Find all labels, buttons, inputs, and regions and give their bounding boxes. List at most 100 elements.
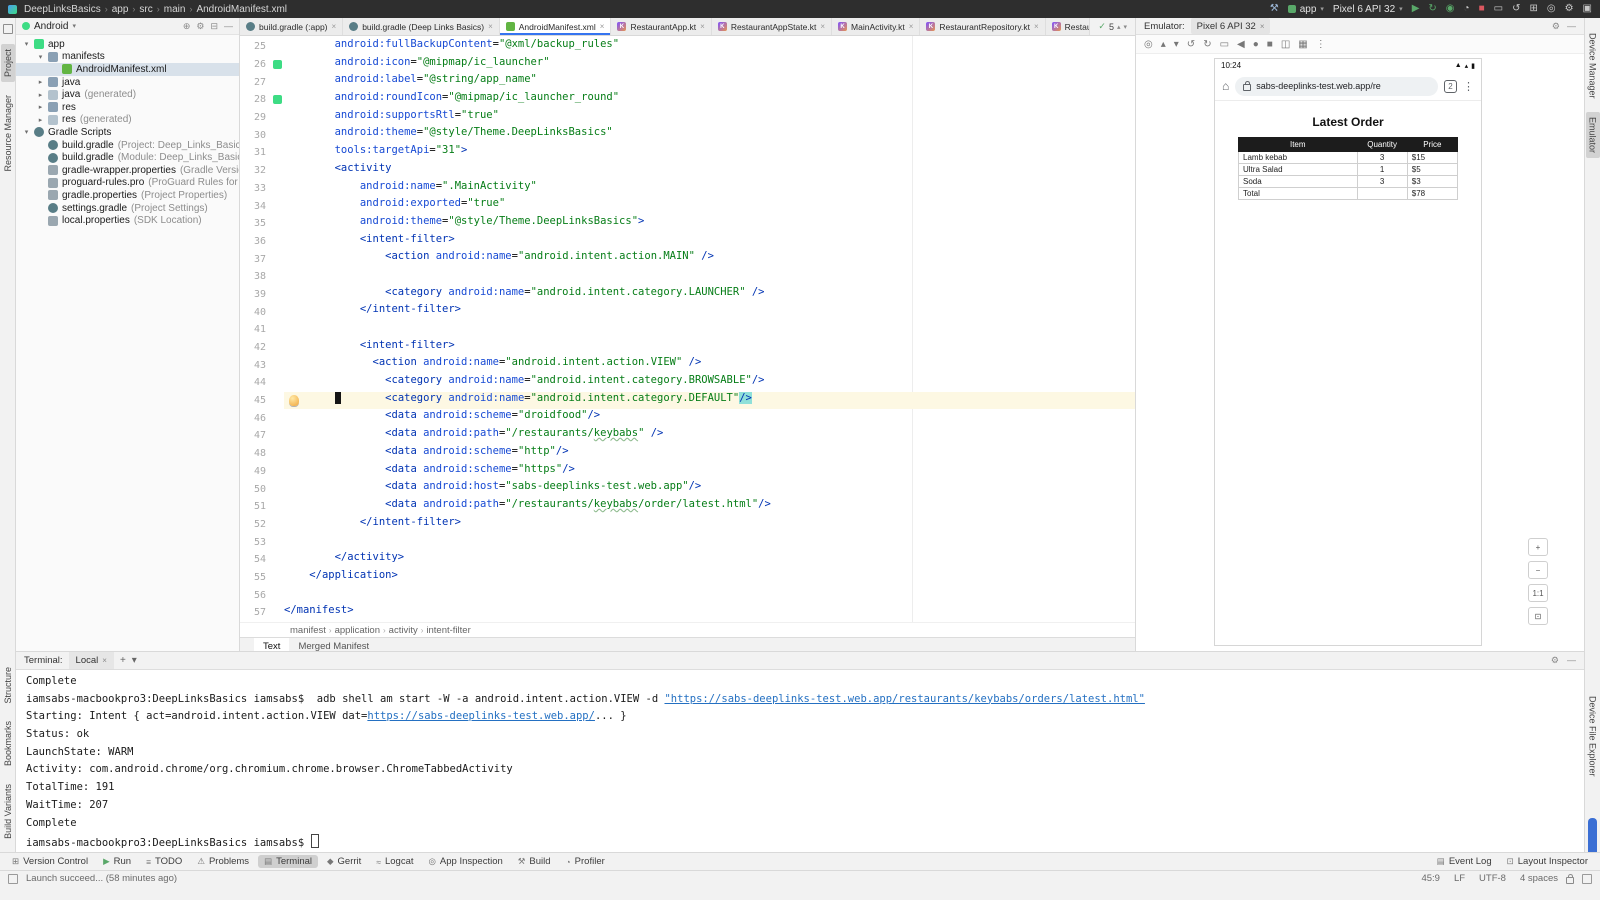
code-line-31[interactable]: 31 tools:targetApi="31">: [240, 144, 1135, 162]
tool-button-problems[interactable]: ⚠Problems: [191, 855, 255, 868]
code-line-50[interactable]: 50 <data android:host="sabs-deeplinks-te…: [240, 480, 1135, 498]
stop-icon[interactable]: ■: [1479, 0, 1485, 18]
tree-item-proguard-rules-pro-proguard-rules-for-deep-lin[interactable]: proguard-rules.pro(ProGuard Rules for De…: [16, 177, 239, 190]
chrome-menu-icon[interactable]: ⋮: [1463, 80, 1474, 93]
tool-window-button-build-variants[interactable]: Build Variants: [1, 779, 15, 844]
inspection-widget[interactable]: ✓ 5 ▴ ▾: [1089, 18, 1135, 35]
stripe-grid-icon[interactable]: [3, 24, 13, 34]
code-line-57[interactable]: 57</manifest>: [240, 604, 1135, 622]
tree-item-settings-gradle-project-settings[interactable]: settings.gradle(Project Settings): [16, 202, 239, 215]
new-session-button[interactable]: +: [120, 655, 126, 666]
close-icon[interactable]: ×: [1260, 22, 1265, 31]
tool-button-app-inspection[interactable]: ◎App Inspection: [423, 855, 509, 868]
signal-icon[interactable]: ▴: [1465, 62, 1469, 70]
code-line-52[interactable]: 52 </intent-filter>: [240, 516, 1135, 534]
close-tab-icon[interactable]: ×: [600, 22, 605, 31]
tree-chevron-icon[interactable]: ▾: [22, 40, 31, 48]
tab-switcher-button[interactable]: 2: [1444, 80, 1457, 93]
code-line-38[interactable]: 38: [240, 268, 1135, 286]
code-line-53[interactable]: 53: [240, 533, 1135, 551]
code-line-26[interactable]: 26 android:icon="@mipmap/ic_launcher": [240, 56, 1135, 74]
tool-button-event-log[interactable]: ▤Event Log: [1431, 855, 1498, 868]
status-widget-lf[interactable]: LF: [1454, 873, 1465, 884]
power-icon[interactable]: ◎: [1144, 39, 1153, 50]
tool-window-button-device-file-explorer[interactable]: Device File Explorer: [1586, 691, 1600, 782]
emulator-device-tab[interactable]: Pixel 6 API 32 ×: [1191, 18, 1271, 34]
debug-icon[interactable]: ◉: [1446, 0, 1455, 18]
home-icon[interactable]: ●: [1253, 39, 1259, 50]
close-tab-icon[interactable]: ×: [909, 22, 914, 31]
collapse-all-icon[interactable]: ⊟: [210, 21, 218, 32]
tree-item-local-properties-sdk-location[interactable]: local.properties(SDK Location): [16, 214, 239, 227]
settings-icon[interactable]: ⚙: [1565, 0, 1574, 18]
device-select[interactable]: Pixel 6 API 32 ▾: [1333, 4, 1403, 15]
tree-chevron-icon[interactable]: ▸: [36, 91, 45, 99]
tool-window-button-resource-manager[interactable]: Resource Manager: [1, 90, 15, 177]
terminal-tab-local[interactable]: Local ×: [69, 652, 114, 669]
apply-changes-icon[interactable]: ↻: [1428, 0, 1436, 18]
tool-button-logcat[interactable]: ≈Logcat: [370, 855, 419, 868]
scrollbar-thumb[interactable]: [1588, 818, 1597, 856]
tool-button-profiler[interactable]: ◔Profiler: [560, 855, 611, 868]
editor-tab-androidmanifest-xml[interactable]: AndroidManifest.xml×: [500, 18, 612, 35]
tree-item-gradle-scripts[interactable]: ▾Gradle Scripts: [16, 126, 239, 139]
hide-emulator-icon[interactable]: —: [1567, 21, 1576, 32]
settings-gear-icon[interactable]: ⚙: [196, 21, 204, 32]
emulator-settings-icon[interactable]: ⚙: [1552, 21, 1560, 32]
volume-up-icon[interactable]: ▴: [1161, 39, 1166, 50]
tool-window-button-device-manager[interactable]: Device Manager: [1586, 28, 1600, 104]
editor-tab-restaurantappstate-kt[interactable]: KRestaurantAppState.kt×: [712, 18, 832, 35]
more-icon[interactable]: ⋮: [1316, 39, 1326, 50]
code-line-40[interactable]: 40 </intent-filter>: [240, 303, 1135, 321]
status-widget-utf-8[interactable]: UTF-8: [1479, 873, 1506, 884]
terminal-settings-icon[interactable]: ⚙: [1551, 655, 1559, 666]
code-line-33[interactable]: 33 android:name=".MainActivity": [240, 180, 1135, 198]
terminal-output[interactable]: Completeiamsabs-macbookpro3:DeepLinksBas…: [16, 670, 1584, 857]
code-line-42[interactable]: 42 <intent-filter>: [240, 339, 1135, 357]
close-tab-icon[interactable]: ×: [820, 22, 825, 31]
code-line-46[interactable]: 46 <data android:scheme="droidfood"/>: [240, 409, 1135, 427]
rotate-left-icon[interactable]: ↺: [1187, 39, 1195, 50]
profile-icon[interactable]: ◔: [1464, 0, 1470, 18]
back-icon[interactable]: ◀: [1237, 39, 1245, 50]
code-line-35[interactable]: 35 android:theme="@style/Theme.DeepLinks…: [240, 215, 1135, 233]
url-bar[interactable]: sabs-deeplinks-test.web.app/re: [1235, 77, 1438, 96]
code-line-32[interactable]: 32 <activity: [240, 162, 1135, 180]
tree-chevron-icon[interactable]: ▾: [22, 128, 31, 136]
tool-button-version-control[interactable]: ⊞Version Control: [6, 855, 94, 868]
tree-item-gradle-wrapper-properties-gradle-version[interactable]: gradle-wrapper.properties(Gradle Version…: [16, 164, 239, 177]
editor-tab-mainactivity-kt[interactable]: KMainActivity.kt×: [832, 18, 920, 35]
background-tasks-icon[interactable]: [8, 874, 18, 884]
tree-chevron-icon[interactable]: ▸: [36, 103, 45, 111]
tree-item-res-generated[interactable]: ▸res(generated): [16, 114, 239, 127]
code-line-44[interactable]: 44 <category android:name="android.inten…: [240, 374, 1135, 392]
code-editor[interactable]: 25 android:fullBackupContent="@xml/backu…: [240, 36, 1135, 622]
close-tab-icon[interactable]: ×: [700, 22, 705, 31]
zoom-in-button[interactable]: +: [1528, 538, 1548, 556]
home-icon[interactable]: ⌂: [1222, 79, 1229, 93]
battery-icon[interactable]: ▮: [1471, 62, 1475, 70]
tool-button-run[interactable]: ▶Run: [97, 855, 137, 868]
close-tab-icon[interactable]: ×: [1034, 22, 1039, 31]
code-line-34[interactable]: 34 android:exported="true": [240, 197, 1135, 215]
tool-window-button-emulator[interactable]: Emulator: [1586, 112, 1600, 158]
tree-item-gradle-properties-project-properties[interactable]: gradle.properties(Project Properties): [16, 189, 239, 202]
code-line-30[interactable]: 30 android:theme="@style/Theme.DeepLinks…: [240, 126, 1135, 144]
editor-tab-build-gradle-deep-links-basics[interactable]: build.gradle (Deep Links Basics)×: [343, 18, 500, 35]
session-dropdown-icon[interactable]: ▾: [132, 655, 137, 666]
tool-button-gerrit[interactable]: ◆Gerrit: [321, 855, 367, 868]
breadcrumb-activity[interactable]: activity: [389, 625, 418, 636]
tree-chevron-icon[interactable]: ▸: [36, 116, 45, 124]
tool-button-layout-inspector[interactable]: ⊡Layout Inspector: [1501, 855, 1594, 868]
code-line-27[interactable]: 27 android:label="@string/app_name": [240, 73, 1135, 91]
prev-problem-icon[interactable]: ▴: [1117, 23, 1121, 31]
code-line-37[interactable]: 37 <action android:name="android.intent.…: [240, 250, 1135, 268]
tool-button-build[interactable]: ⚒Build: [512, 855, 557, 868]
hide-panel-icon[interactable]: —: [224, 21, 233, 32]
quickfix-bulb-icon[interactable]: [289, 395, 299, 406]
hide-terminal-icon[interactable]: —: [1567, 655, 1576, 666]
tree-item-java-generated[interactable]: ▸java(generated): [16, 88, 239, 101]
search-icon[interactable]: ◎: [1547, 0, 1556, 18]
breadcrumb-intent-filter[interactable]: intent-filter: [426, 625, 470, 636]
tool-button-terminal[interactable]: ▤Terminal: [258, 855, 318, 868]
